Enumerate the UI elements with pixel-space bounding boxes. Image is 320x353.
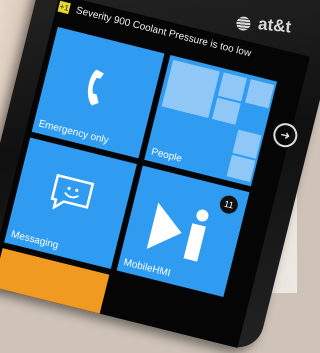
message-bubble-icon [50, 173, 95, 210]
tile-emergency-only[interactable]: Emergency only [31, 26, 165, 159]
mobilehmi-logo-icon [146, 202, 209, 262]
people-photo-cell [217, 72, 247, 102]
people-photo-cell [212, 97, 241, 125]
tile-mobilehmi[interactable]: 11 MobileHMI [116, 165, 250, 298]
carrier-label: at&t [257, 14, 293, 37]
phone-handset-icon [87, 69, 104, 106]
tile-people[interactable]: People [144, 54, 278, 187]
people-grid-icon [144, 55, 277, 186]
phone-device: at&t +1 Severity 900 Coolant Pressure is… [0, 0, 320, 353]
people-photo-cell [226, 154, 256, 183]
tile-messaging[interactable]: Messaging [4, 137, 137, 269]
people-photo-cell [245, 79, 275, 109]
carrier-brand: at&t [235, 12, 293, 38]
att-globe-icon [235, 15, 252, 31]
people-photo-cell [232, 129, 262, 159]
people-photo-cell [161, 59, 220, 119]
tile-label: MobileHMI [122, 257, 172, 280]
tile-label: Messaging [9, 228, 60, 252]
phone-screen: +1 Severity 900 Coolant Pressure is too … [0, 0, 311, 348]
notification-count-badge: +1 [57, 0, 71, 15]
